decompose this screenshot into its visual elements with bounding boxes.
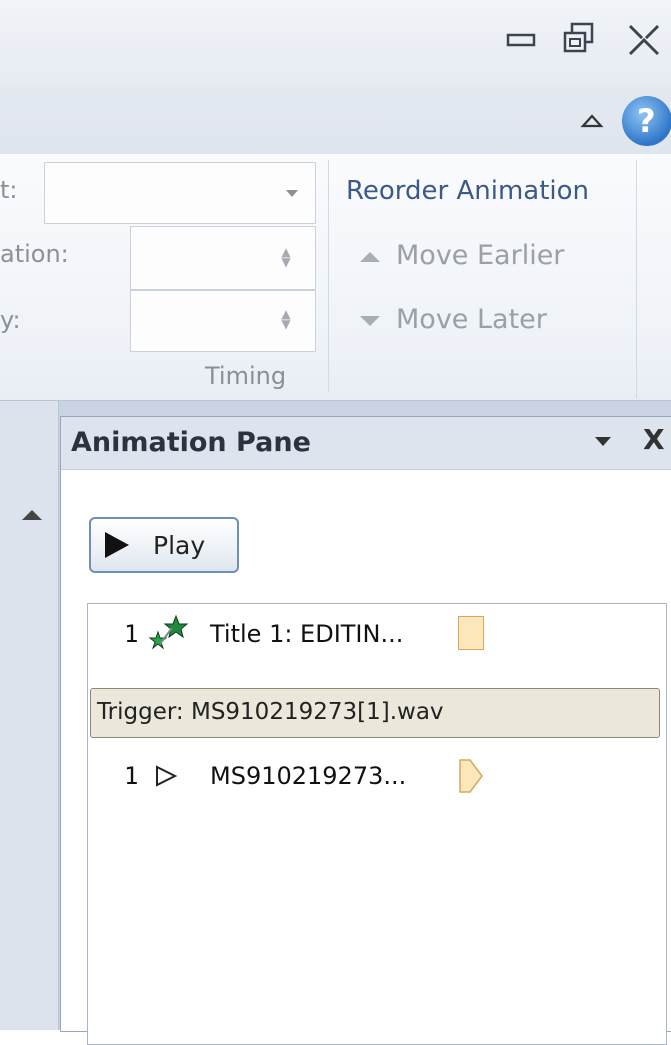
media-timing-marker-icon[interactable] xyxy=(458,758,484,794)
close-window-button[interactable] xyxy=(624,20,664,60)
restore-icon xyxy=(563,22,594,53)
help-button[interactable]: ? xyxy=(622,96,671,146)
minimize-button[interactable] xyxy=(502,20,542,60)
duration-spinner[interactable]: ▲ ▼ xyxy=(130,226,316,290)
pane-menu-dropdown-icon[interactable] xyxy=(595,437,611,446)
timing-group-label: Timing xyxy=(205,362,287,390)
duration-label: ation: xyxy=(0,240,69,268)
scroll-up-icon[interactable] xyxy=(22,510,42,520)
restore-button[interactable] xyxy=(560,20,600,60)
chevron-down-icon xyxy=(286,190,298,197)
start-dropdown[interactable] xyxy=(44,162,316,224)
arrow-up-icon xyxy=(360,251,380,262)
item-label: Title 1: EDITIN... xyxy=(210,620,404,648)
trigger-header[interactable]: Trigger: MS910219273[1].wav xyxy=(90,688,660,738)
item-number: 1 xyxy=(124,762,139,790)
group-divider xyxy=(636,160,637,398)
minimize-ribbon-icon[interactable] xyxy=(580,110,604,134)
timing-bar[interactable] xyxy=(458,616,484,650)
emphasis-stars-icon xyxy=(148,614,189,650)
reorder-animation-title: Reorder Animation xyxy=(346,176,590,206)
minimize-icon xyxy=(506,33,536,47)
spinner-arrows-icon[interactable]: ▲ ▼ xyxy=(279,246,293,268)
move-earlier-label: Move Earlier xyxy=(396,240,565,271)
move-earlier-button[interactable]: Move Earlier xyxy=(360,240,564,271)
group-divider xyxy=(328,160,329,392)
animation-pane-header: Animation Pane X xyxy=(61,417,671,470)
spinner-arrows-icon[interactable]: ▲ ▼ xyxy=(279,308,293,330)
pane-close-icon[interactable]: X xyxy=(643,423,665,456)
delay-spinner[interactable]: ▲ ▼ xyxy=(130,290,316,352)
ribbon-tab-row: ? xyxy=(0,86,671,155)
animation-pane: Animation Pane X Play 1 Title 1: EDITIN.… xyxy=(60,416,671,1045)
start-label: t: xyxy=(0,176,18,204)
help-icon: ? xyxy=(637,102,656,140)
animation-list: 1 Title 1: EDITIN... Trigger: MS91021927… xyxy=(87,603,667,1045)
ribbon-panel: t: ation: ▲ ▼ y: ▲ ▼ Timing Reorder Animat… xyxy=(0,154,671,401)
animation-list-item[interactable]: 1 Title 1: EDITIN... xyxy=(88,614,666,654)
play-label: Play xyxy=(153,531,206,560)
animation-pane-title: Animation Pane xyxy=(71,427,311,458)
close-icon xyxy=(628,24,660,56)
play-icon xyxy=(105,532,129,558)
item-number: 1 xyxy=(124,620,139,648)
slides-panel-edge xyxy=(0,401,59,1030)
window-title-bar xyxy=(0,0,671,86)
delay-label: y: xyxy=(0,306,21,334)
move-later-label: Move Later xyxy=(396,304,547,335)
trigger-label: Trigger: MS910219273[1].wav xyxy=(97,699,444,725)
item-label: MS910219273... xyxy=(210,762,407,790)
media-play-icon xyxy=(156,765,178,787)
move-later-button[interactable]: Move Later xyxy=(360,304,547,335)
play-button[interactable]: Play xyxy=(89,517,239,573)
animation-list-item[interactable]: 1 MS910219273... xyxy=(88,756,666,796)
arrow-down-icon xyxy=(360,315,380,326)
